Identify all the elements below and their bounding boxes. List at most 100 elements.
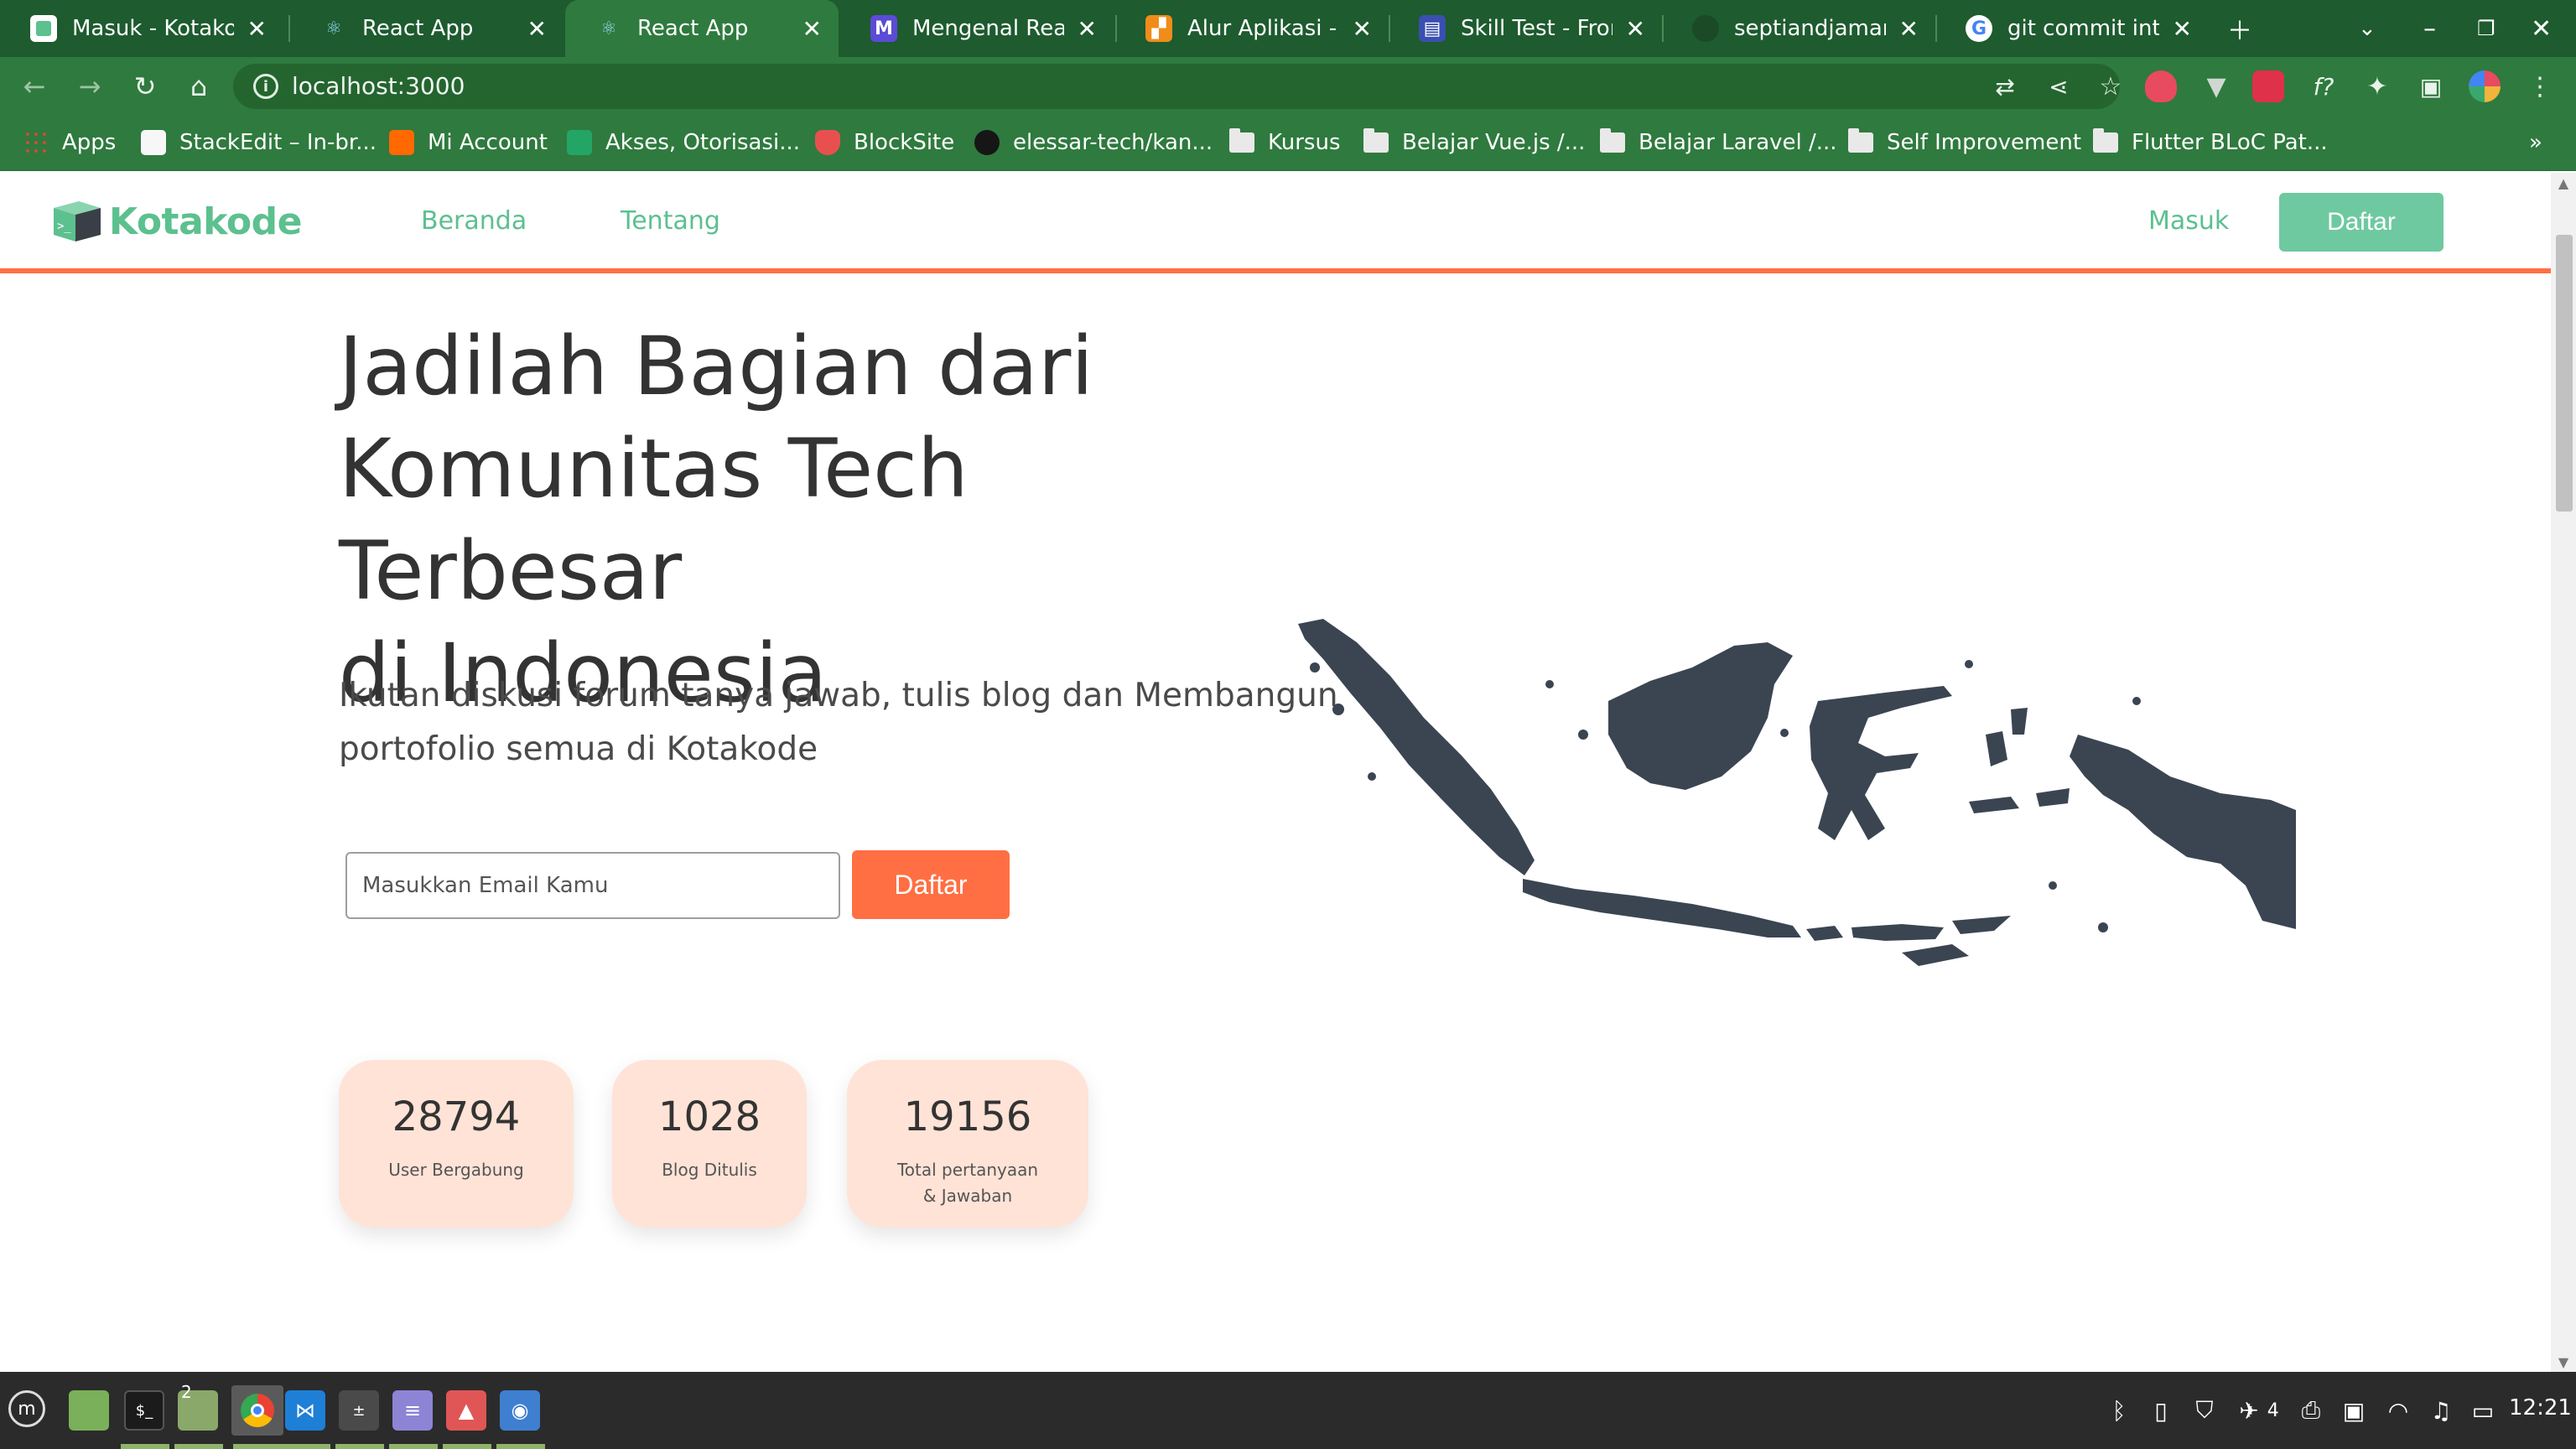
bookmark-akses-otorisasi[interactable]: Akses, Otorisasi...: [567, 127, 800, 158]
nav-link-beranda[interactable]: Beranda: [421, 206, 527, 236]
bookmark-apps[interactable]: Apps: [23, 127, 116, 158]
scroll-down-arrow-icon[interactable]: ▼: [2551, 1352, 2576, 1372]
close-icon[interactable]: ✕: [1078, 15, 1097, 43]
restore-button[interactable]: ❐: [2477, 0, 2496, 57]
terminal-icon[interactable]: $_: [124, 1390, 164, 1431]
clipboard-icon[interactable]: ▯: [2147, 1395, 2175, 1426]
browser-menu-icon[interactable]: ⋮: [2521, 67, 2559, 106]
share-icon[interactable]: ⋖: [2039, 67, 2078, 106]
bookmark-belajar-vue[interactable]: Belajar Vue.js /...: [1363, 127, 1585, 158]
chrome-taskbar-button[interactable]: [231, 1385, 283, 1436]
tab-search-chevron-icon[interactable]: ⌄: [2358, 0, 2376, 57]
tab-alur-aplikasi[interactable]: ▞ Alur Aplikasi - di ✕: [1115, 0, 1389, 57]
updates-icon[interactable]: ▣: [2340, 1395, 2368, 1426]
stat-card-blogs: 1028 Blog Ditulis: [612, 1060, 807, 1228]
shield-icon[interactable]: ⛉: [2190, 1395, 2219, 1426]
tab-skill-test[interactable]: ▤ Skill Test - Fronte ✕: [1389, 0, 1662, 57]
forward-arrow-icon[interactable]: →: [70, 67, 109, 106]
close-icon[interactable]: ✕: [1899, 15, 1919, 43]
daftar-nav-button[interactable]: Daftar: [2279, 193, 2444, 252]
browser-toolbar: ← → ↻ ⌂ i localhost:3000 ⇄ ⋖ ☆ ▼ f? ✦ ▣ …: [0, 57, 2576, 116]
text-editor-icon[interactable]: ≡: [392, 1390, 433, 1431]
bookmark-flutter-bloc[interactable]: Flutter BLoC Pat...: [2093, 127, 2328, 158]
vscode-icon[interactable]: ⋈: [285, 1390, 325, 1431]
notifications-icon[interactable]: ✈ 4: [2234, 1395, 2284, 1426]
bookmark-stackedit[interactable]: StackEdit – In-br...: [141, 127, 377, 158]
vue-devtools-extension-icon[interactable]: ▼: [2197, 67, 2236, 106]
back-arrow-icon[interactable]: ←: [15, 67, 54, 106]
bookmark-label: Mi Account: [428, 130, 548, 155]
running-indicator: [282, 1444, 330, 1449]
page-scrollbar[interactable]: ▲ ▼: [2551, 173, 2576, 1372]
running-indicator: [121, 1444, 169, 1449]
screenshot-icon[interactable]: ◉: [500, 1390, 540, 1431]
email-input[interactable]: [345, 852, 840, 919]
bookmark-mi-account[interactable]: Mi Account: [389, 127, 548, 158]
new-tab-button[interactable]: ＋: [2227, 0, 2252, 57]
wifi-icon[interactable]: ◠: [2381, 1395, 2415, 1426]
site-info-icon[interactable]: i: [253, 74, 278, 99]
bookmark-label: BlockSite: [854, 130, 955, 155]
bookmark-elessar-tech[interactable]: elessar-tech/kan...: [974, 127, 1213, 158]
svg-text:>_: >_: [57, 220, 71, 233]
folder-icon: [1600, 128, 1625, 153]
fonts-extension-icon[interactable]: f?: [2304, 67, 2343, 106]
image-viewer-icon[interactable]: ▲: [446, 1390, 486, 1431]
extensions-puzzle-icon[interactable]: ✦: [2358, 67, 2397, 106]
site-logo[interactable]: >_ Kotakode: [49, 200, 302, 243]
scroll-up-arrow-icon[interactable]: ▲: [2551, 173, 2576, 193]
running-indicator: [389, 1444, 438, 1449]
profile-avatar-icon[interactable]: [2469, 70, 2501, 102]
close-icon[interactable]: ✕: [802, 15, 822, 43]
scrollbar-thumb[interactable]: [2556, 235, 2573, 512]
hero-subtitle: Ikutan diskusi forum tanya jawab, tulis …: [339, 677, 1338, 768]
bookmark-label: Apps: [62, 130, 117, 155]
nav-link-masuk[interactable]: Masuk: [2148, 206, 2229, 236]
close-icon[interactable]: ✕: [247, 15, 267, 43]
tab-mengenal-react[interactable]: M Mengenal React ✕: [840, 0, 1114, 57]
running-indicator: [233, 1444, 282, 1449]
calculator-icon[interactable]: ±: [339, 1390, 379, 1431]
bookmark-blocksite[interactable]: BlockSite: [815, 127, 954, 158]
printer-icon[interactable]: ⎙: [2296, 1395, 2326, 1426]
tab-react-app[interactable]: ⚛ React App ✕: [290, 0, 564, 57]
pocket-extension-icon[interactable]: [2145, 70, 2177, 102]
minimize-button[interactable]: –: [2423, 0, 2436, 57]
battery-icon[interactable]: ▭: [2469, 1395, 2497, 1426]
bookmark-label: StackEdit – In-br...: [179, 130, 377, 155]
tab-google-search[interactable]: G git commit into a ✕: [1935, 0, 2209, 57]
translate-icon[interactable]: ⇄: [1986, 67, 2024, 106]
bluetooth-icon[interactable]: ᛒ: [2106, 1395, 2132, 1426]
bookmark-label: Belajar Laravel /...: [1639, 130, 1837, 155]
kotakode-favicon-icon: [30, 15, 57, 42]
reload-icon[interactable]: ↻: [126, 67, 164, 106]
m-favicon-icon: M: [870, 15, 897, 42]
close-window-button[interactable]: ✕: [2531, 0, 2552, 57]
tab-masuk-kotakode[interactable]: Masuk - Kotakode ✕: [0, 0, 283, 57]
close-icon[interactable]: ✕: [1353, 15, 1372, 43]
daftar-hero-button[interactable]: Daftar: [852, 850, 1010, 919]
url-text[interactable]: localhost:3000: [292, 72, 465, 100]
close-icon[interactable]: ✕: [2173, 15, 2192, 43]
clock[interactable]: 12:21: [2509, 1395, 2572, 1420]
bookmark-star-icon[interactable]: ☆: [2091, 67, 2130, 106]
mendeley-extension-icon[interactable]: [2252, 70, 2284, 102]
tab-react-app-active[interactable]: ⚛ React App ✕: [565, 0, 839, 57]
close-icon[interactable]: ✕: [1626, 15, 1645, 43]
mint-menu-icon[interactable]: m: [8, 1390, 45, 1427]
tab-title: Mengenal React: [912, 16, 1064, 41]
bookmark-belajar-laravel[interactable]: Belajar Laravel /...: [1600, 127, 1837, 158]
show-desktop-icon[interactable]: [69, 1390, 109, 1431]
bookmarks-overflow-button[interactable]: »: [2529, 127, 2542, 158]
home-icon[interactable]: ⌂: [179, 67, 218, 106]
tab-github[interactable]: septiandjamari/S ✕: [1662, 0, 1935, 57]
sound-icon[interactable]: ♫: [2427, 1395, 2455, 1426]
reading-list-icon[interactable]: ▣: [2412, 67, 2450, 106]
bookmark-self-improvement[interactable]: Self Improvement: [1848, 127, 2081, 158]
stat-card-questions: 19156 Total pertanyaan & Jawaban: [847, 1060, 1088, 1228]
bookmark-kursus[interactable]: Kursus: [1229, 127, 1341, 158]
nav-link-tentang[interactable]: Tentang: [621, 206, 720, 236]
address-bar[interactable]: i localhost:3000 ⇄ ⋖ ☆: [233, 64, 2122, 109]
files-icon[interactable]: 2: [178, 1382, 218, 1431]
close-icon[interactable]: ✕: [527, 15, 547, 43]
